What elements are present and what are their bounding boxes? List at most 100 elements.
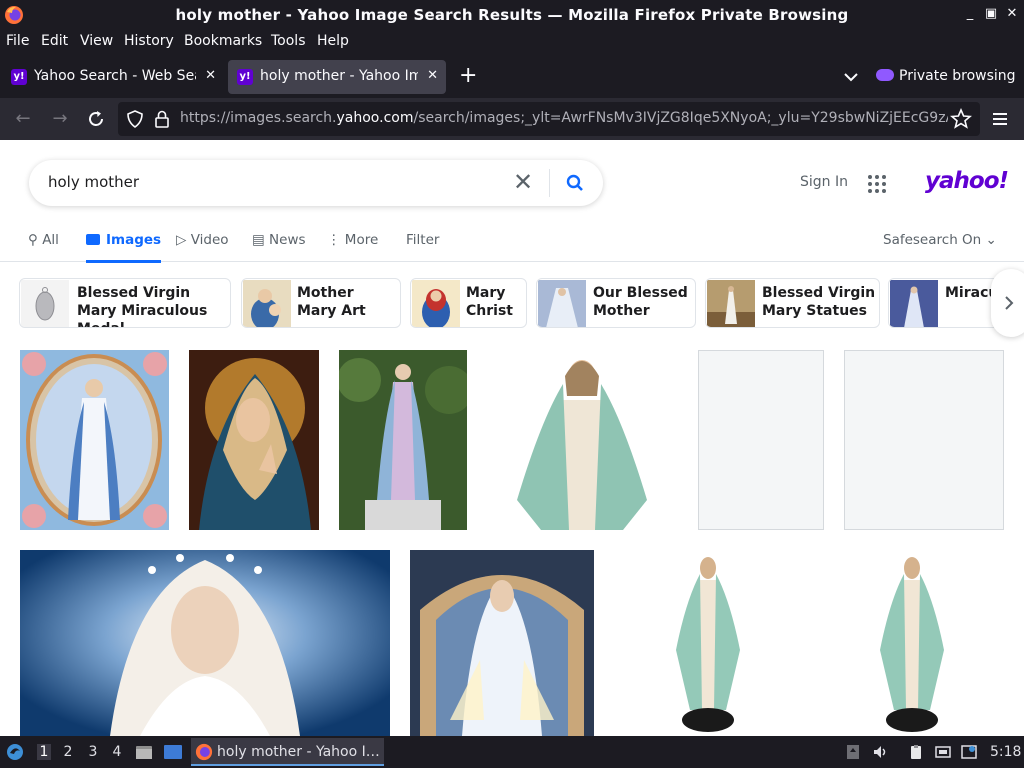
shield-icon[interactable] [126,110,144,128]
tab-all[interactable]: ⚲ All [28,232,59,248]
menu-view[interactable]: View [80,33,113,49]
taskbar-firefox-window[interactable]: holy mother - Yahoo I… [191,738,384,766]
image-result[interactable] [511,350,653,530]
search-divider [549,169,550,197]
window-titlebar: holy mother - Yahoo Image Search Results… [0,0,1024,30]
related-label: Mother Mary Art [297,285,366,319]
workspace-2[interactable]: 2 [61,744,75,760]
forward-button[interactable]: → [49,108,71,130]
new-tab-button[interactable]: + [459,65,477,87]
related-search-pill[interactable]: Blessed Virgin Mary Statues [705,278,880,328]
related-label: Mary Christ [466,285,513,319]
minimize-button[interactable]: _ [962,5,978,23]
image-result[interactable] [864,550,960,736]
image-result[interactable] [189,350,319,530]
url-text: https://images.search.yahoo.com/search/i… [180,110,948,126]
yahoo-favicon-icon: y! [11,69,27,85]
apps-grid-icon[interactable] [868,175,886,193]
reload-icon[interactable] [85,108,107,130]
menu-history[interactable]: History [124,33,174,49]
menu-tools[interactable]: Tools [271,33,306,49]
tab-yahoo-web-search[interactable]: y! Yahoo Search - Web Search ✕ [2,60,224,94]
chevron-right-icon [1005,296,1014,310]
close-tab-icon[interactable]: ✕ [427,68,438,83]
image-result[interactable] [339,350,467,530]
close-window-button[interactable]: ✕ [1004,5,1020,23]
image-result[interactable] [410,550,594,736]
tab-news-label: News [269,232,306,248]
related-search-pill[interactable]: Our Blessed Mother [536,278,696,328]
tab-all-label: All [42,232,59,248]
image-icon [86,234,100,245]
image-result-loading[interactable] [698,350,824,530]
notification-icon[interactable] [961,744,977,760]
volume-icon[interactable] [872,744,888,760]
related-search-pill[interactable]: Blessed Virgin Mary Miraculous Medal [19,278,231,328]
clipboard-icon[interactable] [908,744,924,760]
workspace-3[interactable]: 3 [86,744,100,760]
image-result-loading[interactable] [844,350,1004,530]
mother-mary-art-thumbnail [243,280,291,327]
network-icon[interactable] [935,744,951,760]
tab-label: holy mother - Yahoo Image Search [260,68,418,84]
workspace-4[interactable]: 4 [110,744,124,760]
terminal-icon[interactable] [163,743,183,761]
tab-more[interactable]: ⋮ More [327,232,378,248]
menu-file[interactable]: File [6,33,29,49]
menu-edit[interactable]: Edit [41,33,68,49]
image-result[interactable] [660,550,756,736]
blessed-mother-thumbnail [538,280,586,327]
tab-news[interactable]: ▤ News [252,232,306,248]
url-path: /search/images;_ylt=AwrFNsMv3IVjZG8Iqe5X… [413,110,948,126]
related-label: Our Blessed Mother [593,285,688,319]
menu-bookmarks[interactable]: Bookmarks [184,33,262,49]
mary-christ-thumbnail [412,280,460,327]
search-icon[interactable] [566,174,584,192]
menu-help[interactable]: Help [317,33,349,49]
system-taskbar: 1 2 3 4 holy mother - Yahoo I… 5:18 [0,736,1024,768]
search-box[interactable]: holy mother ✕ [29,160,603,206]
workspace-1[interactable]: 1 [37,744,51,760]
related-label: Blessed Virgin Mary Miraculous Medal [77,285,208,327]
yahoo-logo[interactable]: yahoo! [925,168,1009,194]
filter-button[interactable]: Filter [406,232,439,248]
medal-thumbnail [21,280,69,327]
list-all-tabs-chevron-icon[interactable] [842,68,860,86]
tab-holy-mother-images[interactable]: y! holy mother - Yahoo Image Search ✕ [228,60,446,94]
bookmark-star-icon[interactable] [950,108,972,130]
image-result[interactable] [20,550,390,736]
url-bar[interactable]: https://images.search.yahoo.com/search/i… [118,102,980,136]
news-icon: ▤ [252,232,270,248]
tab-images[interactable]: Images [86,232,162,263]
clock: 5:18 [990,744,1022,760]
file-manager-icon[interactable] [135,743,153,761]
tab-strip: y! Yahoo Search - Web Search ✕ y! holy m… [0,54,1024,98]
taskbar-window-label: holy mother - Yahoo I… [217,744,380,760]
search-input[interactable]: holy mother [48,173,139,191]
clear-search-icon[interactable]: ✕ [513,170,533,194]
back-button[interactable]: ← [12,108,34,130]
search-small-icon: ⚲ [28,232,43,248]
update-icon[interactable] [845,744,861,760]
close-tab-icon[interactable]: ✕ [205,68,216,83]
app-menu-icon[interactable] [5,742,25,762]
hamburger-menu-icon[interactable] [989,108,1011,130]
tab-images-label: Images [106,232,162,248]
related-search-pill[interactable]: Mary Christ [410,278,527,328]
image-result[interactable] [20,350,169,530]
private-mask-icon [876,69,894,81]
lock-icon[interactable] [154,110,170,128]
private-browsing-label: Private browsing [899,68,1016,84]
sign-in-link[interactable]: Sign In [800,174,848,190]
safesearch-label: Safesearch On [883,232,982,248]
maximize-button[interactable]: ▣ [983,5,999,23]
firefox-icon [195,743,213,761]
related-search-pill[interactable]: Mother Mary Art [241,278,401,328]
url-prefix: https://images.search. [180,110,337,126]
related-scroll-next-button[interactable] [991,269,1024,337]
tab-video[interactable]: ▷ Video [176,232,229,248]
menubar: File Edit View History Bookmarks Tools H… [0,30,1024,54]
chevron-down-icon: ⌄ [981,232,997,248]
safesearch-dropdown[interactable]: Safesearch On ⌄ [883,232,997,248]
page-content: holy mother ✕ Sign In yahoo! ⚲ All Image… [0,140,1024,736]
